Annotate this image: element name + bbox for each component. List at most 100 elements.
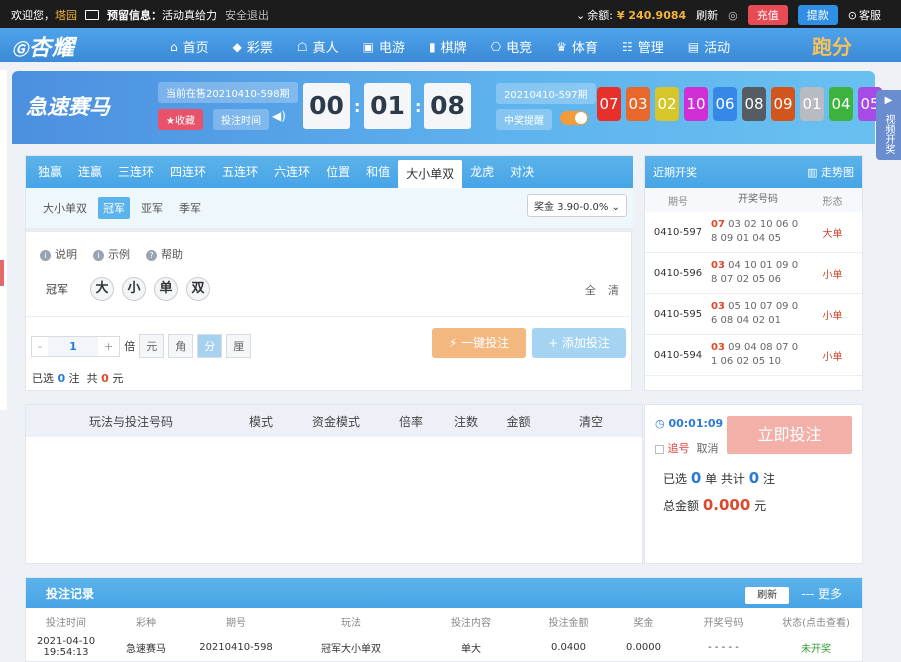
person-icon: ☖ xyxy=(296,39,308,54)
unit-jiao[interactable]: 角 xyxy=(168,334,194,358)
service-icon[interactable]: ⊙ xyxy=(848,9,857,22)
chase-checkbox[interactable] xyxy=(655,444,664,454)
nav-manage[interactable]: ☷ 管理 xyxy=(622,37,664,57)
tab-8[interactable]: 大小单双 xyxy=(398,160,463,188)
countdown-seconds: 08 xyxy=(424,83,471,129)
draw-row[interactable]: 0410-594 03 09 04 08 07 0 1 06 02 05 10 小单 xyxy=(645,335,862,376)
play-tabs: 独赢 连赢 三连环 四连环 五连环 六连环 位置 和值 大小单双 龙虎 对决 xyxy=(26,156,633,188)
mail-icon[interactable] xyxy=(85,10,99,20)
subtab-2[interactable]: 亚军 xyxy=(136,197,168,219)
username[interactable]: 塔园 xyxy=(55,7,77,23)
draw-first-number: 03 xyxy=(711,260,725,271)
tab-7[interactable]: 和值 xyxy=(358,156,398,188)
video-draw-tab[interactable]: ▶ 视频开奖 xyxy=(876,90,901,160)
unit-yuan[interactable]: 元 xyxy=(139,334,165,358)
one-key-bet-button[interactable]: ⚡ 一键投注 xyxy=(432,328,526,358)
withdraw-button[interactable]: 提款 xyxy=(797,5,838,25)
recent-draws: 近期开奖 ▥ 走势图 期号 开奖号码 形态 0410-597 07 03 02 10 0… xyxy=(644,155,863,391)
tab-0[interactable]: 独赢 xyxy=(30,156,70,188)
nav-egame[interactable]: ▣ 电游 xyxy=(363,37,405,57)
multiplier-stepper[interactable]: - 1 + xyxy=(31,335,121,357)
draw-numbers: 07 03 02 10 06 0 8 09 01 04 05 xyxy=(711,218,805,246)
nav-home[interactable]: ⌂ 首页 xyxy=(170,37,209,57)
subtab-1[interactable]: 冠军 xyxy=(98,197,130,219)
tab-9[interactable]: 龙虎 xyxy=(462,156,502,188)
draw-row[interactable]: 0410-596 03 04 10 01 09 0 8 07 02 05 06 小单 xyxy=(645,253,862,294)
favorite-button[interactable]: ★收藏 xyxy=(158,109,203,130)
clear-all-button[interactable]: 清空 xyxy=(541,413,641,430)
top-bar: 欢迎您， 塔园 预留信息： 活动真给力 安全退出 ⌄ 余额: ¥ 240.908… xyxy=(0,0,901,28)
records-more-link[interactable]: --- 更多 xyxy=(801,587,842,601)
info-icon: i xyxy=(40,250,51,261)
bar-chart-icon: ▥ xyxy=(807,166,818,179)
tab-2[interactable]: 三连环 xyxy=(110,156,162,188)
subtab-3[interactable]: 季军 xyxy=(174,197,206,219)
nav-run-points[interactable]: 跑分 xyxy=(812,31,852,60)
selection-summary: 已选 0 注 共 0 元 xyxy=(32,372,124,385)
chase-cancel[interactable]: 取消 xyxy=(697,442,719,455)
draw-period: 0410-596 xyxy=(653,267,703,279)
clock-icon: ◷ xyxy=(655,417,665,430)
multiplier-unit: 倍 xyxy=(124,340,136,353)
add-bet-button[interactable]: + 添加投注 xyxy=(532,328,626,358)
pick-odd[interactable]: 单 xyxy=(154,277,178,301)
eye-off-icon[interactable]: ◎ xyxy=(728,9,738,22)
sound-icon[interactable]: ◀) xyxy=(272,109,286,123)
bet-order-list: 玩法与投注号码 模式 资金模式 倍率 注数 金额 清空 xyxy=(25,404,643,564)
service-link[interactable]: 客服 xyxy=(859,7,881,23)
bet-time-button[interactable]: 投注时间 xyxy=(213,109,269,130)
nav-esports[interactable]: ⎔ 电竞 xyxy=(491,37,533,57)
record-cell: 急速赛马 xyxy=(126,643,166,655)
tab-4[interactable]: 五连环 xyxy=(214,156,266,188)
multiplier-minus[interactable]: - xyxy=(32,337,48,356)
subtab-0[interactable]: 大小单双 xyxy=(38,197,92,219)
win-alert-toggle[interactable] xyxy=(560,111,588,125)
help-link[interactable]: ? 帮助 xyxy=(146,246,183,262)
draw-first-number: 03 xyxy=(711,342,725,353)
tab-6[interactable]: 位置 xyxy=(318,156,358,188)
explain-link[interactable]: i 说明 xyxy=(40,246,77,262)
nav-activity[interactable]: ▤ 活动 xyxy=(687,37,730,57)
chevron-down-icon[interactable]: ⌄ xyxy=(576,9,585,22)
pick-big[interactable]: 大 xyxy=(90,277,114,301)
unit-li[interactable]: 厘 xyxy=(226,334,252,358)
multiplier-input[interactable]: 1 xyxy=(47,336,98,356)
record-cell: 冠军大小单双 xyxy=(321,643,381,655)
chevron-down-icon: ⌄ xyxy=(611,202,620,213)
pick-even[interactable]: 双 xyxy=(186,277,210,301)
game-logo: 急速赛马 xyxy=(26,95,110,119)
gift-icon: ▤ xyxy=(687,39,700,54)
draw-ball: 01 xyxy=(800,87,824,121)
nav-lottery[interactable]: ◆ 彩票 xyxy=(233,37,273,57)
site-logo[interactable]: Ⓖ杏耀 xyxy=(12,30,75,62)
records-title: 投注记录 xyxy=(46,586,95,601)
chase-label[interactable]: 追号 xyxy=(668,442,690,455)
tab-1[interactable]: 连赢 xyxy=(70,156,110,188)
deposit-button[interactable]: 充值 xyxy=(747,5,788,25)
unit-fen[interactable]: 分 xyxy=(197,334,223,358)
records-refresh-button[interactable]: 刷新 xyxy=(745,586,790,604)
record-cell: 2021-04-10 19:54:13 xyxy=(36,636,96,658)
example-link[interactable]: i 示例 xyxy=(93,246,130,262)
draw-row[interactable]: 0410-595 03 05 10 07 09 0 6 08 04 02 01 小单 xyxy=(645,294,862,335)
multiplier-plus[interactable]: + xyxy=(98,337,119,356)
tab-10[interactable]: 对决 xyxy=(502,156,542,188)
nav-sports[interactable]: ♛ 体育 xyxy=(556,37,598,57)
pick-small[interactable]: 小 xyxy=(122,277,146,301)
col-rate: 倍率 xyxy=(398,414,423,429)
draw-ball: 03 xyxy=(626,87,650,121)
refresh-link[interactable]: 刷新 xyxy=(696,7,718,23)
select-all[interactable]: 全 xyxy=(585,282,596,298)
submit-timer: 00:01:09 xyxy=(668,417,724,430)
tab-3[interactable]: 四连环 xyxy=(162,156,214,188)
bet-now-button[interactable]: 立即投注 xyxy=(727,416,852,454)
tab-5[interactable]: 六连环 xyxy=(266,156,318,188)
prize-select[interactable]: 奖金 3.90-0.0% ⌄ xyxy=(526,194,627,217)
table-row[interactable]: 2021-04-10 19:54:13 急速赛马 20210410-598 冠军大小单… xyxy=(26,634,862,660)
nav-live[interactable]: ☖ 真人 xyxy=(296,37,339,57)
trend-chart-link[interactable]: ▥ 走势图 xyxy=(807,164,854,180)
logout-link[interactable]: 安全退出 xyxy=(225,7,269,23)
nav-chess[interactable]: ▮ 棋牌 xyxy=(429,37,467,57)
clear-selection[interactable]: 清 xyxy=(608,282,619,298)
draw-row[interactable]: 0410-597 07 03 02 10 06 0 8 09 01 04 05 大单 xyxy=(645,212,862,253)
